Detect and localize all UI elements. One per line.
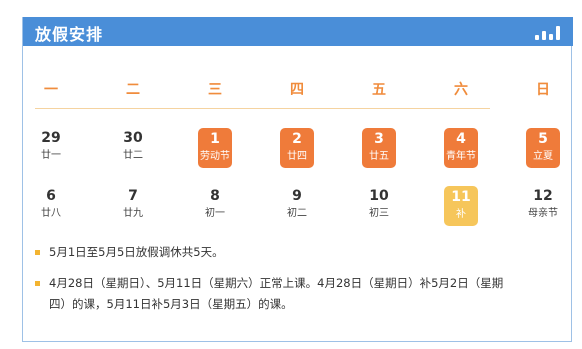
divider bbox=[35, 108, 490, 109]
day-number: 6 bbox=[46, 188, 56, 204]
bullet-icon bbox=[35, 281, 40, 286]
bullet-icon bbox=[35, 250, 40, 255]
day-cell[interactable]: 30 廿二 bbox=[113, 129, 153, 164]
holiday-day-cell[interactable]: 3 廿五 bbox=[362, 128, 396, 168]
weekday-label: 二 bbox=[126, 82, 140, 98]
day-number: 3 bbox=[374, 131, 384, 147]
day-cell[interactable]: 10 初三 bbox=[359, 187, 399, 222]
weekday-label: 五 bbox=[372, 82, 386, 98]
day-number: 1 bbox=[210, 131, 220, 147]
day-cell[interactable]: 6 廿八 bbox=[31, 187, 71, 222]
card-title: 放假安排 bbox=[35, 25, 104, 44]
holiday-day-cell[interactable]: 5 立夏 bbox=[526, 128, 560, 168]
weekday-label: 一 bbox=[44, 82, 58, 98]
day-number: 9 bbox=[292, 188, 302, 204]
day-number: 11 bbox=[451, 189, 471, 205]
day-sublabel: 初一 bbox=[205, 208, 225, 219]
day-cell[interactable]: 29 廿一 bbox=[31, 129, 71, 164]
day-cell[interactable]: 9 初二 bbox=[277, 187, 317, 222]
day-cell[interactable]: 7 廿九 bbox=[113, 187, 153, 222]
weekday-label: 六 bbox=[454, 82, 468, 98]
notes-section: 5月1日至5月5日放假调休共5天。 4月28日（星期日）、5月11日（星期六）正… bbox=[35, 242, 505, 325]
day-number: 12 bbox=[533, 188, 553, 204]
day-number: 4 bbox=[456, 131, 466, 147]
day-number: 2 bbox=[292, 131, 302, 147]
makeup-day-cell[interactable]: 11 补 bbox=[444, 186, 478, 226]
day-sublabel: 劳动节 bbox=[200, 151, 230, 162]
day-sublabel: 青年节 bbox=[446, 151, 476, 162]
holiday-day-cell[interactable]: 4 青年节 bbox=[444, 128, 478, 168]
day-sublabel: 初二 bbox=[287, 208, 307, 219]
day-sublabel: 廿九 bbox=[123, 208, 143, 219]
day-sublabel: 廿五 bbox=[369, 151, 389, 162]
day-sublabel: 初三 bbox=[369, 208, 389, 219]
note-item: 5月1日至5月5日放假调休共5天。 bbox=[35, 242, 505, 263]
day-sublabel: 廿一 bbox=[41, 150, 61, 161]
note-text: 5月1日至5月5日放假调休共5天。 bbox=[49, 245, 224, 259]
note-text: 4月28日（星期日）、5月11日（星期六）正常上课。4月28日（星期日）补5月2… bbox=[49, 276, 504, 311]
card-header: 放假安排 bbox=[23, 17, 573, 46]
holiday-day-cell[interactable]: 2 廿四 bbox=[280, 128, 314, 168]
day-number: 8 bbox=[210, 188, 220, 204]
day-sublabel: 立夏 bbox=[533, 151, 553, 162]
weekday-label: 四 bbox=[290, 82, 304, 98]
day-number: 5 bbox=[538, 131, 548, 147]
day-sublabel: 廿二 bbox=[123, 150, 143, 161]
day-cell[interactable]: 12 母亲节 bbox=[523, 187, 563, 222]
day-sublabel: 廿四 bbox=[287, 151, 307, 162]
bar-chart-icon[interactable] bbox=[535, 26, 561, 40]
holiday-schedule-card: 放假安排 一 二 三 四 五 六 日 29 廿一 30 廿二 1 劳动节 2 廿四 3 廿五 4 青年节 5 立夏 6 廿… bbox=[22, 17, 573, 342]
day-number: 30 bbox=[123, 130, 143, 146]
note-item: 4月28日（星期日）、5月11日（星期六）正常上课。4月28日（星期日）补5月2… bbox=[35, 273, 505, 315]
day-sublabel: 廿八 bbox=[41, 208, 61, 219]
day-sublabel: 补 bbox=[456, 209, 466, 220]
day-number: 10 bbox=[369, 188, 389, 204]
day-number: 7 bbox=[128, 188, 138, 204]
day-sublabel: 母亲节 bbox=[528, 208, 558, 219]
weekday-label: 三 bbox=[208, 82, 222, 98]
holiday-day-cell[interactable]: 1 劳动节 bbox=[198, 128, 232, 168]
weekday-label: 日 bbox=[536, 82, 550, 98]
day-cell[interactable]: 8 初一 bbox=[195, 187, 235, 222]
day-number: 29 bbox=[41, 130, 61, 146]
